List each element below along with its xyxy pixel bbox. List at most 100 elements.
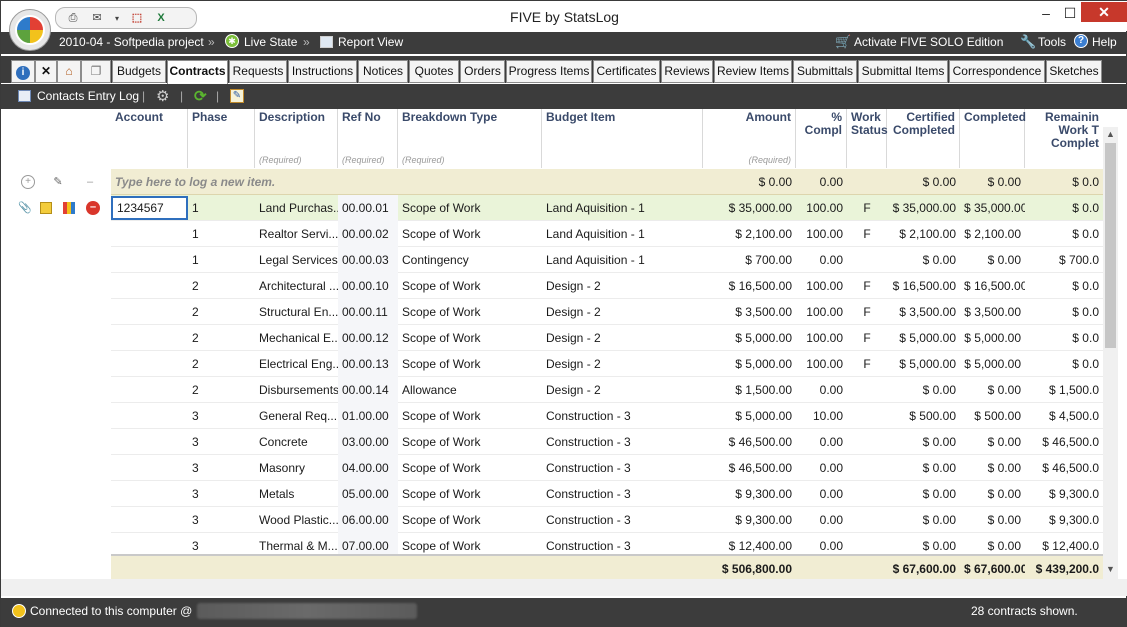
remaining-cell[interactable]: $ 46,500.0 [1025, 429, 1103, 455]
table-row[interactable]: 2 Architectural ... 00.00.10 Scope of Work D… [111, 273, 1103, 299]
column-header-ref-no[interactable]: Ref No (Required) [338, 109, 398, 168]
certified-cell[interactable]: $ 500.00 [887, 403, 960, 429]
phase-cell[interactable]: 1 [188, 247, 255, 273]
table-row[interactable]: 3 General Req... 01.00.00 Scope of Work Cons… [111, 403, 1103, 429]
color-grid-icon[interactable] [63, 202, 75, 214]
percent-cell[interactable]: 100.00 [796, 273, 847, 299]
table-row[interactable]: 3 Masonry 04.00.00 Scope of Work Constructio… [111, 455, 1103, 481]
live-state-link[interactable]: Live State [244, 35, 297, 49]
ref-no-cell[interactable]: 00.00.10 [338, 273, 398, 299]
account-cell[interactable] [111, 351, 188, 377]
ref-no-cell[interactable]: 00.00.02 [338, 221, 398, 247]
certified-cell[interactable]: $ 0.00 [887, 507, 960, 533]
ref-no-cell[interactable]: 06.00.00 [338, 507, 398, 533]
help-menu[interactable]: Help [1092, 35, 1117, 49]
minimize-button[interactable]: – [1033, 3, 1059, 23]
column-header-certified-completed[interactable]: Certified Completed [887, 109, 960, 168]
certified-cell[interactable]: $ 5,000.00 [887, 325, 960, 351]
work-status-cell[interactable]: F [847, 195, 887, 221]
certified-cell[interactable]: $ 35,000.00 [887, 195, 960, 221]
column-header-phase[interactable]: Phase [188, 109, 255, 168]
remaining-cell[interactable]: $ 700.0 [1025, 247, 1103, 273]
work-status-cell[interactable]: F [847, 299, 887, 325]
remaining-cell[interactable]: $ 4,500.0 [1025, 403, 1103, 429]
remaining-cell[interactable]: $ 9,300.0 [1025, 481, 1103, 507]
account-cell[interactable] [111, 481, 188, 507]
budget-item-cell[interactable]: Construction - 3 [542, 403, 703, 429]
breakdown-cell[interactable]: Scope of Work [398, 429, 542, 455]
completed-cell[interactable]: $ 5,000.00 [960, 325, 1025, 351]
remaining-cell[interactable]: $ 0.0 [1025, 273, 1103, 299]
column-header-amount[interactable]: Amount (Required) [703, 109, 796, 168]
tab-quotes[interactable]: Quotes [409, 60, 459, 83]
work-status-cell[interactable] [847, 481, 887, 507]
column-header-work-status[interactable]: Work Status [847, 109, 888, 168]
certified-cell[interactable]: $ 0.00 [887, 377, 960, 403]
budget-item-cell[interactable]: Construction - 3 [542, 481, 703, 507]
ref-no-cell[interactable]: 00.00.01 [338, 195, 398, 221]
tab-contracts[interactable]: Contracts [167, 60, 228, 84]
work-status-cell[interactable] [847, 429, 887, 455]
phase-cell[interactable]: 2 [188, 325, 255, 351]
amount-cell[interactable]: $ 9,300.00 [703, 507, 796, 533]
amount-cell[interactable]: $ 3,500.00 [703, 299, 796, 325]
activate-link[interactable]: Activate FIVE SOLO Edition [854, 35, 1003, 49]
phase-cell[interactable]: 3 [188, 455, 255, 481]
amount-cell[interactable]: $ 16,500.00 [703, 273, 796, 299]
percent-cell[interactable]: 0.00 [796, 429, 847, 455]
work-status-cell[interactable]: F [847, 273, 887, 299]
completed-cell[interactable]: $ 0.00 [960, 429, 1025, 455]
remaining-cell[interactable]: $ 0.0 [1025, 325, 1103, 351]
completed-cell[interactable]: $ 2,100.00 [960, 221, 1025, 247]
column-header-breakdown-type[interactable]: Breakdown Type (Required) [398, 109, 542, 168]
certified-cell[interactable]: $ 3,500.00 [887, 299, 960, 325]
phase-cell[interactable]: 3 [188, 481, 255, 507]
project-name[interactable]: 2010-04 - Softpedia project [59, 35, 204, 49]
app-logo[interactable] [9, 9, 51, 51]
settings-gear-icon[interactable]: ⚙ [156, 87, 169, 105]
description-cell[interactable]: Architectural ... [255, 273, 338, 299]
phase-cell[interactable]: 1 [188, 195, 255, 221]
ref-no-cell[interactable]: 00.00.12 [338, 325, 398, 351]
description-cell[interactable]: Structural En... [255, 299, 338, 325]
maximize-button[interactable]: ☐ [1057, 3, 1083, 23]
phase-cell[interactable]: 3 [188, 429, 255, 455]
percent-cell[interactable]: 10.00 [796, 403, 847, 429]
breakdown-cell[interactable]: Contingency [398, 247, 542, 273]
description-cell[interactable]: Concrete [255, 429, 338, 455]
tab-requests[interactable]: Requests [229, 60, 287, 83]
budget-item-cell[interactable]: Design - 2 [542, 377, 703, 403]
close-tab-icon[interactable]: ✕ [35, 60, 57, 83]
percent-cell[interactable]: 100.00 [796, 325, 847, 351]
remaining-cell[interactable]: $ 0.0 [1025, 195, 1103, 221]
table-row[interactable]: 2 Disbursements 00.00.14 Allowance Design - … [111, 377, 1103, 403]
account-cell[interactable] [111, 247, 188, 273]
account-cell[interactable] [111, 325, 188, 351]
ref-no-cell[interactable]: 00.00.03 [338, 247, 398, 273]
phase-cell[interactable]: 3 [188, 507, 255, 533]
new-item-row[interactable]: Type here to log a new item. $ 0.00 0.00… [111, 169, 1103, 195]
certified-cell[interactable]: $ 0.00 [887, 455, 960, 481]
completed-cell[interactable]: $ 16,500.00 [960, 273, 1025, 299]
remaining-cell[interactable]: $ 46,500.0 [1025, 455, 1103, 481]
add-row-icon[interactable]: + [21, 175, 35, 189]
breakdown-cell[interactable]: Scope of Work [398, 299, 542, 325]
account-cell[interactable] [111, 429, 188, 455]
amount-cell[interactable]: $ 5,000.00 [703, 403, 796, 429]
certified-cell[interactable]: $ 5,000.00 [887, 351, 960, 377]
account-cell[interactable] [111, 507, 188, 533]
tab-progress-items[interactable]: Progress Items [506, 60, 592, 83]
breakdown-cell[interactable]: Scope of Work [398, 481, 542, 507]
budget-item-cell[interactable]: Construction - 3 [542, 507, 703, 533]
amount-cell[interactable]: $ 35,000.00 [703, 195, 796, 221]
account-cell[interactable] [111, 221, 188, 247]
scroll-down-icon[interactable]: ▼ [1106, 564, 1115, 574]
tab-certificates[interactable]: Certificates [593, 60, 660, 83]
ref-no-cell[interactable]: 00.00.11 [338, 299, 398, 325]
tab-instructions[interactable]: Instructions [288, 60, 357, 83]
report-view-link[interactable]: Report View [338, 35, 403, 49]
collapse-icon[interactable]: – [83, 175, 97, 189]
tab-sketches[interactable]: Sketches [1046, 60, 1102, 83]
contacts-entry-log-button[interactable]: Contacts Entry Log [37, 89, 139, 103]
certified-cell[interactable]: $ 0.00 [887, 429, 960, 455]
